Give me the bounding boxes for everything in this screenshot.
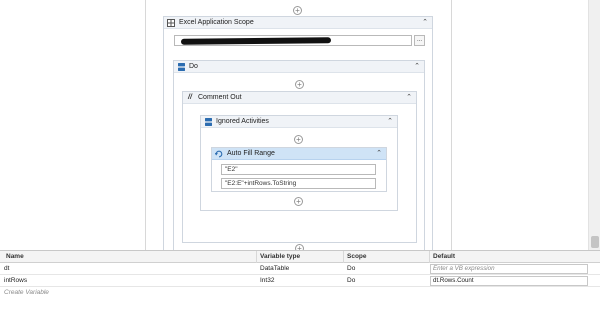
double-chevron-up-icon[interactable]: ⌃ — [404, 93, 414, 103]
ignored-activities-title: Ignored Activities — [216, 118, 269, 125]
col-name-header[interactable]: Name — [6, 251, 246, 263]
excel-scope-title: Excel Application Scope — [179, 19, 254, 26]
auto-fill-range-header[interactable]: Auto Fill Range ⌃ — [212, 148, 386, 160]
designer-guide-left — [145, 0, 146, 250]
excel-application-scope[interactable]: Excel Application Scope ⌃ ... Do ⌃ + // — [163, 16, 433, 253]
variables-header-row: Name Variable type Scope Default — [0, 251, 600, 263]
col-scope-header[interactable]: Scope — [347, 251, 427, 263]
variable-default-field[interactable]: Enter a VB expression — [430, 264, 588, 274]
add-activity-icon[interactable]: + — [293, 6, 302, 15]
do-header[interactable]: Do ⌃ — [174, 61, 424, 73]
do-title: Do — [189, 63, 198, 70]
comment-out-header[interactable]: // Comment Out ⌃ — [183, 92, 416, 104]
sequence-icon — [204, 117, 212, 126]
table-row[interactable]: intRows Int32 Do dt.Rows.Count — [0, 275, 600, 287]
variable-scope[interactable]: Do — [347, 263, 427, 275]
column-divider — [343, 251, 344, 263]
add-activity-icon[interactable]: + — [295, 80, 304, 89]
create-variable-row[interactable]: Create Variable — [0, 287, 600, 299]
workbook-path-field[interactable] — [174, 35, 412, 46]
redaction-mark — [180, 37, 332, 45]
variable-default-field[interactable]: dt.Rows.Count — [430, 276, 588, 286]
double-chevron-up-icon[interactable]: ⌃ — [420, 18, 430, 28]
column-divider — [429, 251, 430, 263]
ignored-activities-sequence[interactable]: Ignored Activities ⌃ + Auto Fill Range ⌃ — [200, 115, 398, 211]
variable-scope[interactable]: Do — [347, 275, 427, 287]
column-divider — [256, 251, 257, 263]
sequence-icon — [177, 62, 185, 71]
col-type-header[interactable]: Variable type — [260, 251, 340, 263]
table-row[interactable]: dt DataTable Do Enter a VB expression — [0, 263, 600, 275]
double-chevron-up-icon[interactable]: ⌃ — [412, 62, 422, 72]
double-chevron-up-icon[interactable]: ⌃ — [374, 149, 384, 159]
variable-name[interactable]: intRows — [4, 275, 244, 287]
comment-out-title: Comment Out — [198, 94, 242, 101]
designer-guide-right — [451, 0, 452, 250]
workflow-designer: + Excel Application Scope ⌃ ... Do ⌃ + /… — [0, 0, 600, 253]
do-sequence[interactable]: Do ⌃ + // Comment Out ⌃ Ignored Activiti… — [173, 60, 425, 253]
auto-fill-range-title: Auto Fill Range — [227, 150, 275, 157]
excel-scope-header[interactable]: Excel Application Scope ⌃ — [164, 17, 432, 29]
variable-name[interactable]: dt — [4, 263, 244, 275]
variables-panel: Name Variable type Scope Default dt Data… — [0, 250, 600, 313]
comment-out-icon: // — [188, 94, 192, 101]
double-chevron-up-icon[interactable]: ⌃ — [385, 117, 395, 127]
excel-icon — [167, 18, 175, 27]
default-placeholder: Enter a VB expression — [433, 265, 495, 272]
add-activity-icon[interactable]: + — [294, 197, 303, 206]
browse-button[interactable]: ... — [414, 35, 425, 46]
variable-type[interactable]: DataTable — [260, 263, 340, 275]
comment-out-activity[interactable]: // Comment Out ⌃ Ignored Activities ⌃ + — [182, 91, 417, 243]
add-activity-icon[interactable]: + — [294, 135, 303, 144]
col-default-header[interactable]: Default — [433, 251, 583, 263]
ignored-activities-header[interactable]: Ignored Activities ⌃ — [201, 116, 397, 128]
scrollbar-thumb[interactable] — [591, 236, 599, 248]
variable-type[interactable]: Int32 — [260, 275, 340, 287]
start-range-field[interactable]: "E2" — [221, 164, 376, 175]
destination-range-field[interactable]: "E2:E"+intRows.ToString — [221, 178, 376, 189]
autofill-icon — [215, 150, 223, 158]
designer-scrollbar[interactable] — [588, 0, 600, 250]
auto-fill-range-activity[interactable]: Auto Fill Range ⌃ "E2" "E2:E"+intRows.To… — [211, 147, 387, 192]
create-variable-link[interactable]: Create Variable — [4, 287, 244, 299]
